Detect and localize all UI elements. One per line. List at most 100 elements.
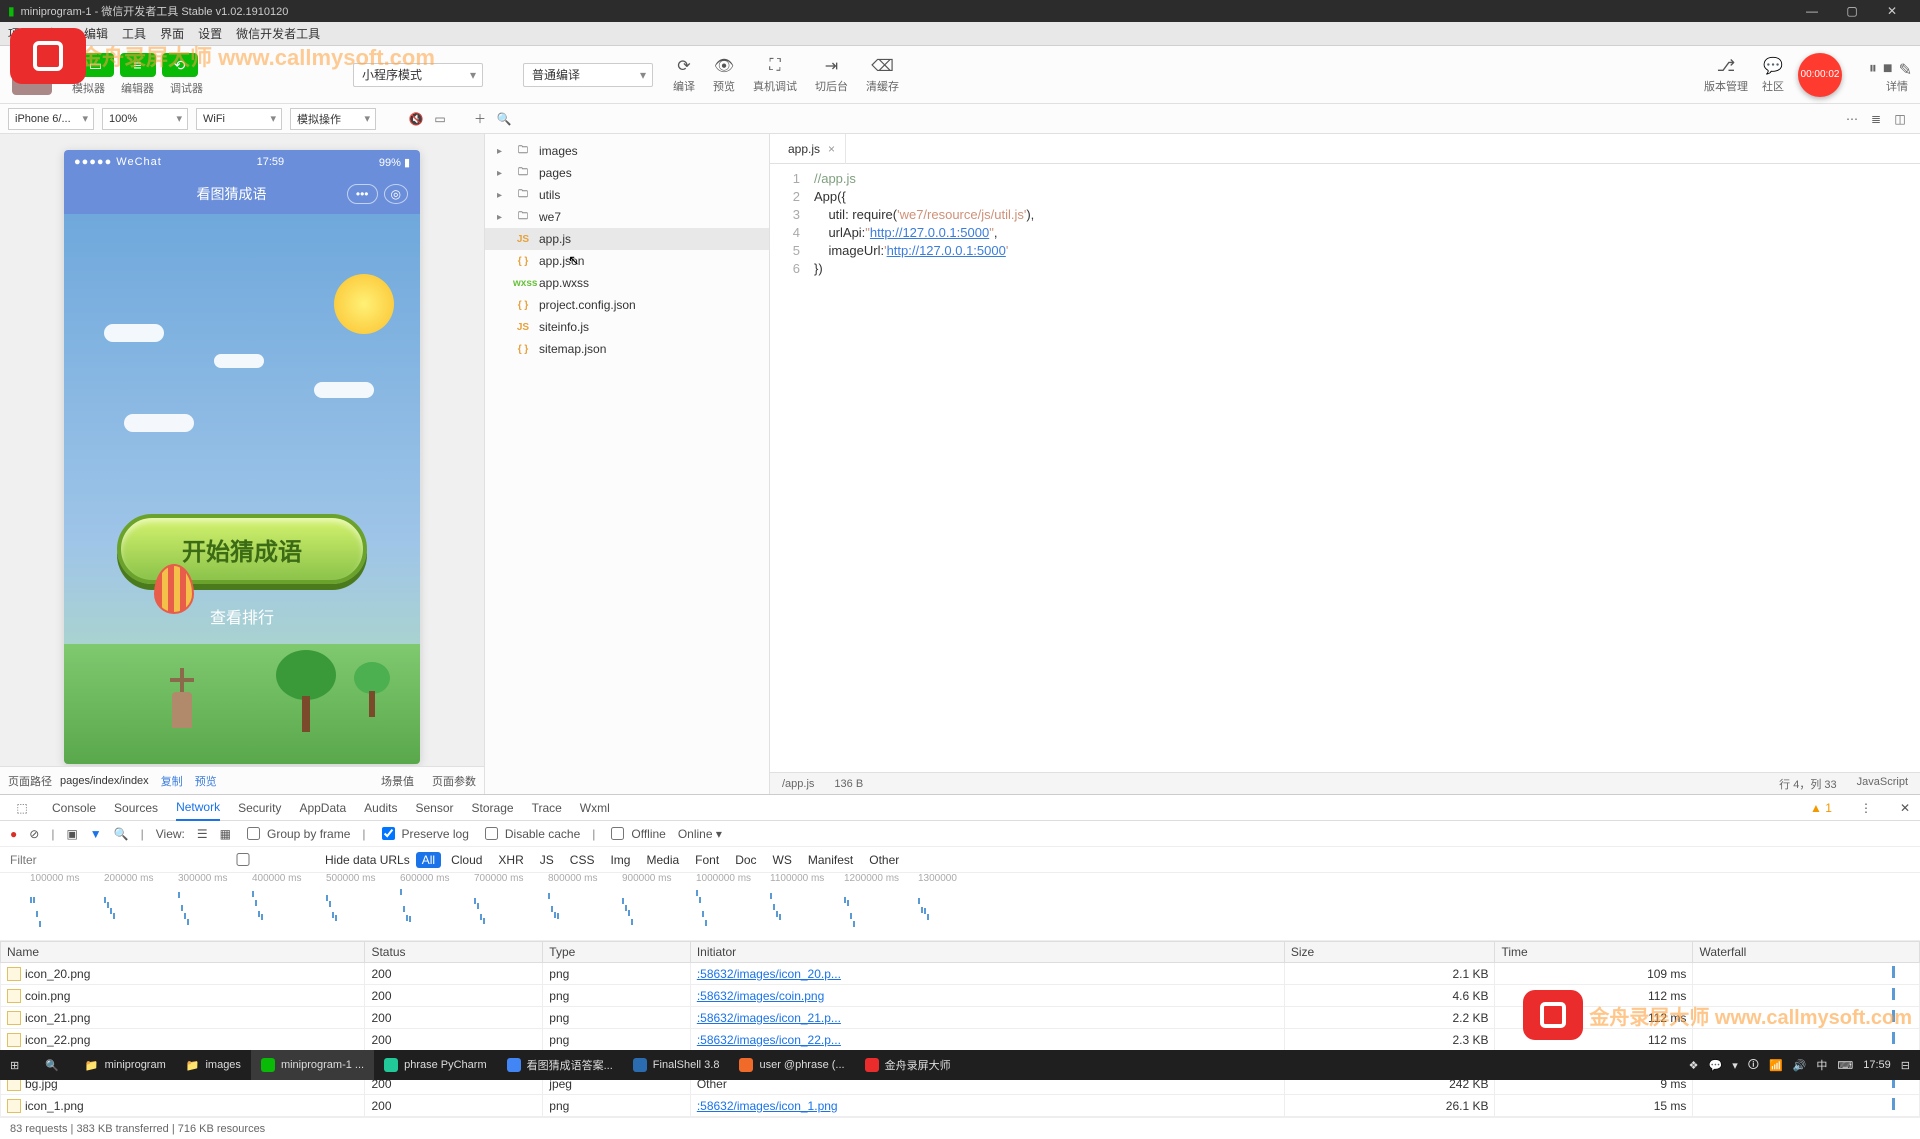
tree-folder[interactable]: ▸🗀images [485, 140, 769, 162]
inspect-icon[interactable]: ⬚ [10, 796, 34, 820]
devtools-tab[interactable]: Sensor [416, 801, 454, 815]
compile-select[interactable]: 普通编译 [523, 63, 653, 87]
warning-badge[interactable]: ▲ 1 [1810, 801, 1832, 815]
filter-type[interactable]: Img [604, 852, 636, 868]
devtools-tab[interactable]: Trace [532, 801, 562, 815]
view-grid-icon[interactable]: ▦ [220, 827, 231, 841]
tree-file[interactable]: { }sitemap.json [485, 338, 769, 360]
zoom-select[interactable]: 100% [102, 108, 188, 130]
offline-checkbox[interactable]: Offline [607, 824, 665, 843]
camera-icon[interactable]: ▣ [66, 827, 77, 841]
preview-button[interactable]: 👁预览 [713, 56, 735, 94]
devtools-tab[interactable]: Storage [472, 801, 514, 815]
filter-type[interactable]: Other [863, 852, 905, 868]
column-header[interactable]: Time [1495, 942, 1693, 963]
tree-file[interactable]: { }app.json [485, 250, 769, 272]
mute-icon[interactable]: 🔇 [404, 107, 428, 131]
filter-type[interactable]: JS [534, 852, 560, 868]
background-button[interactable]: ⇥切后台 [815, 56, 848, 94]
tree-file[interactable]: JSsiteinfo.js [485, 316, 769, 338]
devtools-tab[interactable]: Sources [114, 801, 158, 815]
filter-type[interactable]: All [416, 852, 441, 868]
editor-tab[interactable]: app.js × [778, 134, 846, 164]
menu-item[interactable]: 工具 [122, 25, 146, 42]
group-checkbox[interactable]: Group by frame [243, 824, 350, 843]
menu-item[interactable]: 设置 [198, 25, 222, 42]
rank-link[interactable]: 查看排行 [210, 604, 274, 628]
view-list-icon[interactable]: ☰ [197, 827, 208, 841]
taskbar-item[interactable]: FinalShell 3.8 [623, 1050, 730, 1080]
network-row[interactable]: icon_20.png200png:58632/images/icon_20.p… [1, 963, 1920, 985]
hide-urls-checkbox[interactable]: Hide data URLs [164, 850, 410, 869]
column-header[interactable]: Type [543, 942, 691, 963]
tray-icon[interactable]: 🔊 [1793, 1059, 1807, 1072]
column-header[interactable]: Name [1, 942, 365, 963]
preserve-checkbox[interactable]: Preserve log [378, 824, 469, 843]
search-icon[interactable]: 🔍 [114, 827, 129, 841]
more-icon[interactable]: ⋯ [1840, 107, 1864, 131]
tree-folder[interactable]: ▸🗀utils [485, 184, 769, 206]
stop-icon[interactable]: ■ [1883, 60, 1893, 80]
filter-type[interactable]: Font [689, 852, 725, 868]
devtools-tab[interactable]: Wxml [580, 801, 610, 815]
rotate-icon[interactable]: ▭ [428, 107, 452, 131]
tree-file[interactable]: wxssapp.wxss [485, 272, 769, 294]
tray-icon[interactable]: 💬 [1708, 1059, 1722, 1072]
taskbar-item[interactable]: user @phrase (... [729, 1050, 854, 1080]
code-editor[interactable]: //app.js App({ util: require('we7/resour… [810, 164, 1034, 772]
pause-icon[interactable]: ⏸ [1869, 60, 1877, 80]
edit-icon[interactable]: ✎ [1899, 60, 1912, 80]
filter-type[interactable]: CSS [564, 852, 601, 868]
taskbar-item[interactable]: 🔍 [35, 1050, 75, 1080]
column-header[interactable]: Waterfall [1693, 942, 1920, 963]
filter-type[interactable]: Manifest [802, 852, 859, 868]
taskbar-item[interactable]: 看图猜成语答案... [497, 1050, 623, 1080]
tray-icon[interactable]: 中 [1816, 1057, 1827, 1073]
taskbar-item[interactable]: 金舟录屏大师 [855, 1050, 961, 1080]
compile-button[interactable]: ⟳编译 [673, 56, 695, 94]
realdebug-button[interactable]: ⛶真机调试 [753, 56, 797, 94]
copy-link[interactable]: 复制 [161, 773, 183, 789]
tree-file[interactable]: JSapp.js [485, 228, 769, 250]
editor-toggle[interactable]: ≡ [120, 53, 156, 77]
search-icon[interactable]: 🔍 [492, 107, 516, 131]
split-icon[interactable]: ◫ [1888, 107, 1912, 131]
pageparam-link[interactable]: 页面参数 [432, 773, 476, 789]
tray-icon[interactable]: ▾ [1732, 1059, 1738, 1072]
devtools-tab[interactable]: Console [52, 801, 96, 815]
community-button[interactable]: 💬社区 [1762, 56, 1784, 94]
tray-icon[interactable]: 17:59 [1863, 1059, 1891, 1071]
minimize-button[interactable]: — [1792, 0, 1832, 22]
menu-item[interactable]: 微信开发者工具 [236, 25, 320, 42]
taskbar-item[interactable]: ⊞ [0, 1050, 35, 1080]
disable-cache-checkbox[interactable]: Disable cache [481, 824, 580, 843]
taskbar-item[interactable]: miniprogram-1 ... [251, 1050, 374, 1080]
filter-type[interactable]: XHR [492, 852, 529, 868]
tray-icon[interactable]: 📶 [1769, 1059, 1783, 1072]
clear-icon[interactable]: ⊘ [29, 827, 39, 841]
filter-type[interactable]: WS [767, 852, 798, 868]
capsule-menu[interactable]: ••• [347, 184, 378, 204]
taskbar-item[interactable]: 📁miniprogram [75, 1050, 176, 1080]
tree-file[interactable]: { }project.config.json [485, 294, 769, 316]
network-select[interactable]: WiFi [196, 108, 282, 130]
scene-link[interactable]: 场景值 [381, 773, 414, 789]
devtools-tab[interactable]: Audits [364, 801, 397, 815]
taskbar-item[interactable]: phrase PyCharm [374, 1050, 497, 1080]
tree-folder[interactable]: ▸🗀pages [485, 162, 769, 184]
format-icon[interactable]: ≣ [1864, 107, 1888, 131]
devtools-tab[interactable]: AppData [299, 801, 346, 815]
clearcache-button[interactable]: ⌫清缓存 [866, 56, 899, 94]
operation-select[interactable]: 模拟操作 [290, 108, 376, 130]
column-header[interactable]: Initiator [690, 942, 1284, 963]
filter-input[interactable] [8, 852, 158, 868]
menu-item[interactable]: 界面 [160, 25, 184, 42]
tray-icon[interactable]: 🛈 [1748, 1056, 1759, 1075]
filter-type[interactable]: Media [640, 852, 685, 868]
column-header[interactable]: Size [1284, 942, 1495, 963]
device-select[interactable]: iPhone 6/... [8, 108, 94, 130]
tray-icon[interactable]: ⌨ [1837, 1059, 1853, 1072]
devtools-more-icon[interactable]: ⋮ [1860, 801, 1872, 815]
devtools-tab[interactable]: Network [176, 795, 220, 821]
tree-folder[interactable]: ▸🗀we7 [485, 206, 769, 228]
